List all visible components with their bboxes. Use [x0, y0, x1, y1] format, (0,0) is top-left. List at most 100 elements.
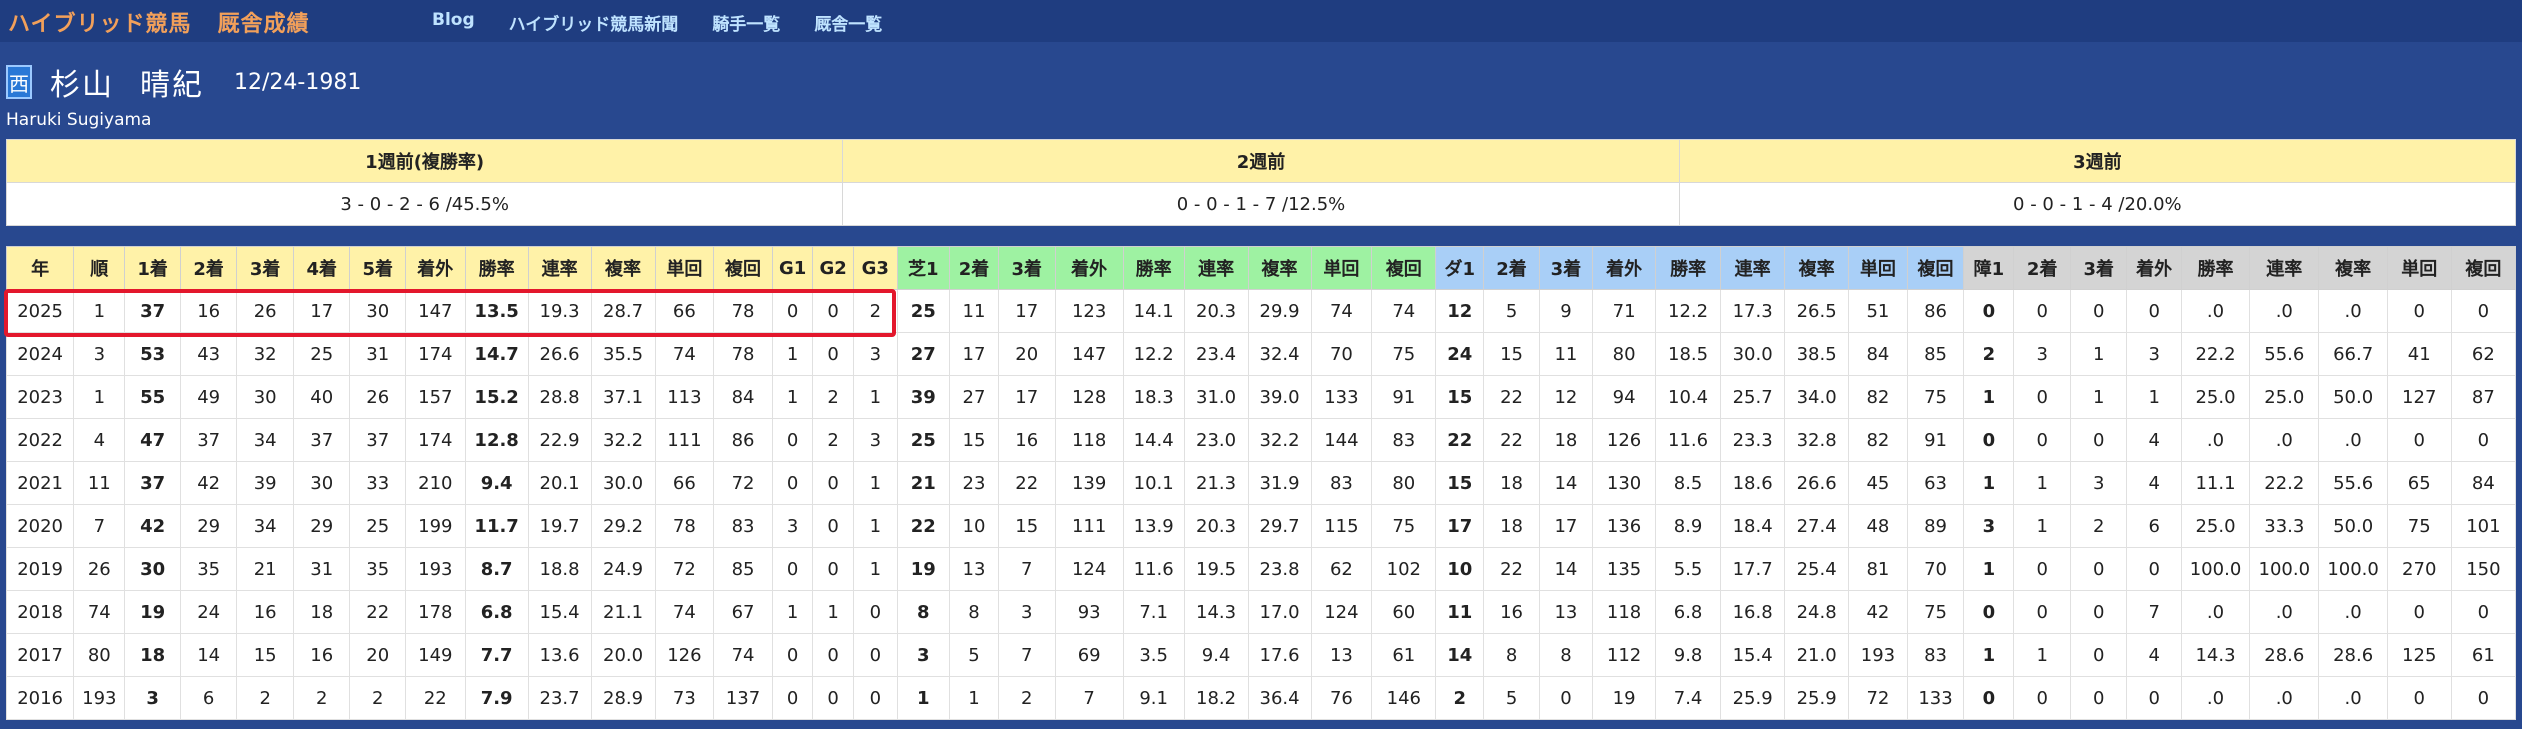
- stat-cell: 101: [2450, 504, 2517, 548]
- stat-cell: 10: [1435, 547, 1485, 591]
- stat-cell: 30.0: [1720, 332, 1786, 376]
- stats-header-cell: G2: [812, 246, 854, 290]
- stat-cell: 0: [812, 633, 854, 677]
- table-row: 2021 11 37 42 39 30 33 210 9.4 20.1 30.0 66 72 0 0 1 21 2…: [5, 461, 2517, 505]
- stat-cell: 22: [1435, 418, 1485, 462]
- stat-cell: 39: [236, 461, 294, 505]
- stat-cell: 150: [2450, 547, 2517, 591]
- year-cell: 2020: [5, 504, 75, 548]
- stat-cell: 13: [1538, 590, 1594, 634]
- stat-cell: 19.3: [527, 289, 592, 333]
- stat-cell: 22.2: [2180, 332, 2251, 376]
- stat-cell: 12.8: [464, 418, 529, 462]
- stat-cell: 22: [1483, 547, 1540, 591]
- stat-cell: 62: [2450, 332, 2517, 376]
- brand-subtitle[interactable]: 厩舎成績: [218, 12, 310, 37]
- stat-cell: 42: [124, 504, 181, 548]
- stat-cell: 24: [179, 590, 238, 634]
- nav-link-jockey-list[interactable]: 騎手一覧: [712, 10, 780, 35]
- stat-cell: 8: [948, 590, 999, 634]
- stat-cell: 23.3: [1720, 418, 1786, 462]
- stats-header-cell: 勝率: [1122, 246, 1185, 290]
- stat-cell: 0: [1963, 590, 2015, 634]
- table-row: 2020 7 42 29 34 29 25 199 11.7 19.7 29.2 78 83 3 0 1 22 1…: [5, 504, 2517, 548]
- week-1-header: 1週前(複勝率): [5, 139, 844, 183]
- stat-cell: 174: [404, 418, 466, 462]
- jockey-birth-date: 12/24-1981: [234, 69, 362, 95]
- stat-cell: 35: [179, 547, 238, 591]
- stat-cell: 30: [236, 375, 294, 419]
- stat-cell: 61: [1371, 633, 1437, 677]
- stat-cell: 74: [654, 590, 715, 634]
- stat-cell: 20.0: [590, 633, 656, 677]
- stat-cell: 17.3: [1720, 289, 1786, 333]
- stat-cell: .0: [2180, 418, 2251, 462]
- stat-cell: 6: [179, 676, 238, 720]
- stat-cell: 25.4: [1784, 547, 1850, 591]
- stat-cell: 84: [1848, 332, 1908, 376]
- stat-cell: 86: [1906, 289, 1965, 333]
- stat-cell: 34: [236, 504, 294, 548]
- stat-cell: 7: [73, 504, 126, 548]
- stat-cell: 25.9: [1784, 676, 1850, 720]
- stat-cell: 11: [1538, 332, 1594, 376]
- stat-cell: 199: [404, 504, 466, 548]
- nav-link-newspaper[interactable]: ハイブリッド競馬新聞: [509, 10, 679, 35]
- stat-cell: 26: [236, 289, 294, 333]
- stat-cell: 7.4: [1655, 676, 1722, 720]
- stat-cell: 3: [771, 504, 814, 548]
- stat-cell: 1: [1963, 633, 2015, 677]
- stats-header-cell: 4着: [292, 246, 351, 290]
- stat-cell: 14.3: [2180, 633, 2251, 677]
- stat-cell: .0: [2180, 676, 2251, 720]
- stat-cell: 27: [896, 332, 950, 376]
- stat-cell: 7.9: [464, 676, 529, 720]
- site-brand[interactable]: ハイブリッド競馬 厩舎成績: [8, 6, 310, 38]
- stat-cell: 23.7: [527, 676, 592, 720]
- stats-header-cell: 勝率: [464, 246, 529, 290]
- stats-header-cell: 複率: [1784, 246, 1850, 290]
- stats-header-cell: 芝1: [896, 246, 950, 290]
- table-row: 2025 1 37 16 26 17 30 147 13.5 19.3 28.7 66 78 0 0 2 25 1…: [5, 289, 2517, 333]
- stat-cell: 18.8: [527, 547, 592, 591]
- stat-cell: 13: [1310, 633, 1373, 677]
- stat-cell: 4: [2126, 633, 2182, 677]
- stat-cell: 84: [713, 375, 773, 419]
- stat-cell: 22: [404, 676, 466, 720]
- stat-cell: 22.9: [527, 418, 592, 462]
- stat-cell: 125: [2386, 633, 2452, 677]
- stat-cell: 80: [73, 633, 126, 677]
- stat-cell: 193: [404, 547, 466, 591]
- table-row: 2024 3 53 43 32 25 31 174 14.7 26.6 35.5 74 78 1 0 3 27 1…: [5, 332, 2517, 376]
- week-3-header: 3週前: [1678, 139, 2517, 183]
- stat-cell: 3: [997, 590, 1056, 634]
- stats-header-cell: 2着: [2013, 246, 2071, 290]
- stats-header-cell: 着外: [1054, 246, 1124, 290]
- stat-cell: 0: [2450, 676, 2517, 720]
- stat-cell: 18: [1538, 418, 1594, 462]
- stat-cell: 31: [349, 332, 406, 376]
- stats-header-cell: 連率: [1720, 246, 1786, 290]
- stat-cell: 1: [73, 375, 126, 419]
- brand-title[interactable]: ハイブリッド競馬: [8, 12, 192, 37]
- region-badge: 西: [6, 65, 32, 99]
- stat-cell: 29: [292, 504, 351, 548]
- stat-cell: 17: [1538, 504, 1594, 548]
- stat-cell: 14: [179, 633, 238, 677]
- stat-cell: 32.8: [1784, 418, 1850, 462]
- nav-link-blog[interactable]: Blog: [432, 10, 475, 35]
- stat-cell: 0: [2013, 289, 2071, 333]
- stat-cell: 126: [1592, 418, 1657, 462]
- stat-cell: 71: [1592, 289, 1657, 333]
- stat-cell: 0: [812, 676, 854, 720]
- stats-header-cell: 3着: [997, 246, 1056, 290]
- stat-cell: 2: [812, 375, 854, 419]
- stat-cell: 0: [2013, 418, 2071, 462]
- stats-header-cell: 2着: [948, 246, 999, 290]
- stats-header-cell: 単回: [654, 246, 715, 290]
- stat-cell: 37.1: [590, 375, 656, 419]
- stat-cell: 0: [812, 289, 854, 333]
- nav-link-stable-list[interactable]: 厩舎一覧: [814, 10, 882, 35]
- stat-cell: 17: [1435, 504, 1485, 548]
- stat-cell: 22: [349, 590, 406, 634]
